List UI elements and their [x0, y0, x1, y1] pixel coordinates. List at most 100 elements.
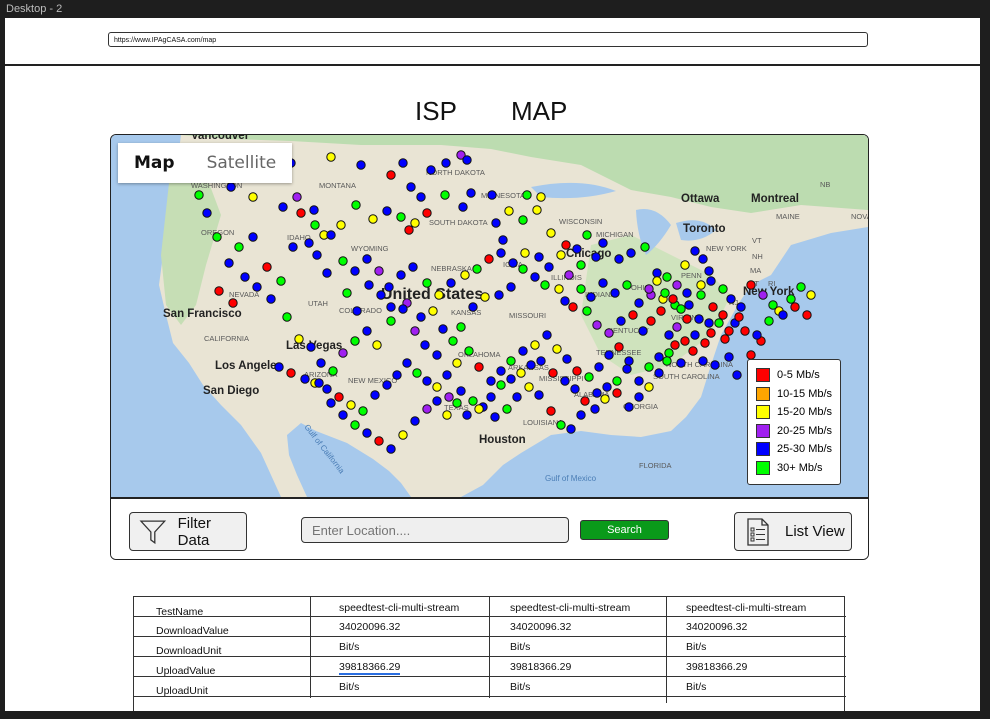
speed-marker[interactable]: [768, 300, 778, 310]
speed-marker[interactable]: [434, 290, 444, 300]
speed-marker[interactable]: [628, 310, 638, 320]
speed-marker[interactable]: [464, 346, 474, 356]
speed-marker[interactable]: [486, 376, 496, 386]
speed-marker[interactable]: [700, 338, 710, 348]
speed-marker[interactable]: [472, 264, 482, 274]
speed-marker[interactable]: [576, 284, 586, 294]
speed-marker[interactable]: [622, 364, 632, 374]
speed-marker[interactable]: [438, 324, 448, 334]
speed-marker[interactable]: [334, 392, 344, 402]
speed-marker[interactable]: [518, 215, 528, 225]
speed-marker[interactable]: [532, 205, 542, 215]
speed-marker[interactable]: [338, 348, 348, 358]
search-button[interactable]: Search: [580, 520, 669, 540]
speed-marker[interactable]: [442, 370, 452, 380]
speed-marker[interactable]: [668, 294, 678, 304]
speed-marker[interactable]: [300, 374, 310, 384]
speed-marker[interactable]: [522, 190, 532, 200]
speed-marker[interactable]: [572, 366, 582, 376]
speed-marker[interactable]: [248, 232, 258, 242]
speed-marker[interactable]: [420, 340, 430, 350]
speed-marker[interactable]: [468, 396, 478, 406]
speed-marker[interactable]: [690, 246, 700, 256]
speed-marker[interactable]: [504, 206, 514, 216]
speed-marker[interactable]: [696, 280, 706, 290]
speed-marker[interactable]: [376, 290, 386, 300]
speed-marker[interactable]: [310, 220, 320, 230]
speed-marker[interactable]: [602, 382, 612, 392]
speed-marker[interactable]: [358, 406, 368, 416]
speed-marker[interactable]: [448, 336, 458, 346]
speed-marker[interactable]: [604, 328, 614, 338]
speed-marker[interactable]: [410, 326, 420, 336]
speed-marker[interactable]: [556, 420, 566, 430]
speed-marker[interactable]: [556, 250, 566, 260]
speed-marker[interactable]: [491, 218, 501, 228]
speed-marker[interactable]: [342, 288, 352, 298]
speed-marker[interactable]: [416, 312, 426, 322]
speed-marker[interactable]: [352, 306, 362, 316]
map-type-map-button[interactable]: Map: [118, 143, 191, 183]
speed-marker[interactable]: [622, 280, 632, 290]
speed-marker[interactable]: [654, 368, 664, 378]
speed-marker[interactable]: [306, 342, 316, 352]
speed-marker[interactable]: [506, 282, 516, 292]
speed-marker[interactable]: [224, 258, 234, 268]
speed-marker[interactable]: [274, 362, 284, 372]
speed-marker[interactable]: [262, 262, 272, 272]
speed-marker[interactable]: [490, 412, 500, 422]
speed-marker[interactable]: [468, 302, 478, 312]
speed-marker[interactable]: [542, 330, 552, 340]
speed-marker[interactable]: [672, 280, 682, 290]
speed-marker[interactable]: [386, 316, 396, 326]
speed-marker[interactable]: [724, 326, 734, 336]
speed-marker[interactable]: [676, 358, 686, 368]
speed-marker[interactable]: [406, 182, 416, 192]
speed-marker[interactable]: [560, 376, 570, 386]
speed-marker[interactable]: [612, 388, 622, 398]
speed-marker[interactable]: [322, 384, 332, 394]
speed-marker[interactable]: [576, 260, 586, 270]
speed-marker[interactable]: [640, 242, 650, 252]
speed-marker[interactable]: [252, 282, 262, 292]
speed-marker[interactable]: [778, 310, 788, 320]
speed-marker[interactable]: [740, 326, 750, 336]
speed-marker[interactable]: [314, 378, 324, 388]
speed-marker[interactable]: [496, 380, 506, 390]
speed-marker[interactable]: [214, 286, 224, 296]
speed-marker[interactable]: [240, 272, 250, 282]
speed-marker[interactable]: [520, 248, 530, 258]
speed-marker[interactable]: [690, 330, 700, 340]
speed-marker[interactable]: [396, 212, 406, 222]
speed-marker[interactable]: [612, 376, 622, 386]
speed-marker[interactable]: [710, 360, 720, 370]
speed-marker[interactable]: [546, 228, 556, 238]
speed-marker[interactable]: [460, 270, 470, 280]
speed-marker[interactable]: [720, 334, 730, 344]
speed-marker[interactable]: [458, 202, 468, 212]
speed-marker[interactable]: [554, 284, 564, 294]
speed-marker[interactable]: [226, 182, 236, 192]
speed-marker[interactable]: [346, 400, 356, 410]
speed-marker[interactable]: [374, 436, 384, 446]
speed-marker[interactable]: [746, 280, 756, 290]
speed-marker[interactable]: [530, 272, 540, 282]
speed-marker[interactable]: [572, 244, 582, 254]
speed-marker[interactable]: [288, 242, 298, 252]
location-input[interactable]: [301, 517, 569, 543]
speed-marker[interactable]: [480, 292, 490, 302]
speed-marker[interactable]: [638, 326, 648, 336]
speed-marker[interactable]: [646, 316, 656, 326]
speed-marker[interactable]: [758, 290, 768, 300]
speed-marker[interactable]: [582, 306, 592, 316]
speed-marker[interactable]: [386, 170, 396, 180]
speed-marker[interactable]: [582, 230, 592, 240]
speed-marker[interactable]: [410, 416, 420, 426]
speed-marker[interactable]: [350, 266, 360, 276]
speed-marker[interactable]: [426, 165, 436, 175]
speed-marker[interactable]: [680, 336, 690, 346]
speed-marker[interactable]: [326, 230, 336, 240]
speed-marker[interactable]: [682, 288, 692, 298]
speed-marker[interactable]: [442, 410, 452, 420]
speed-marker[interactable]: [548, 368, 558, 378]
